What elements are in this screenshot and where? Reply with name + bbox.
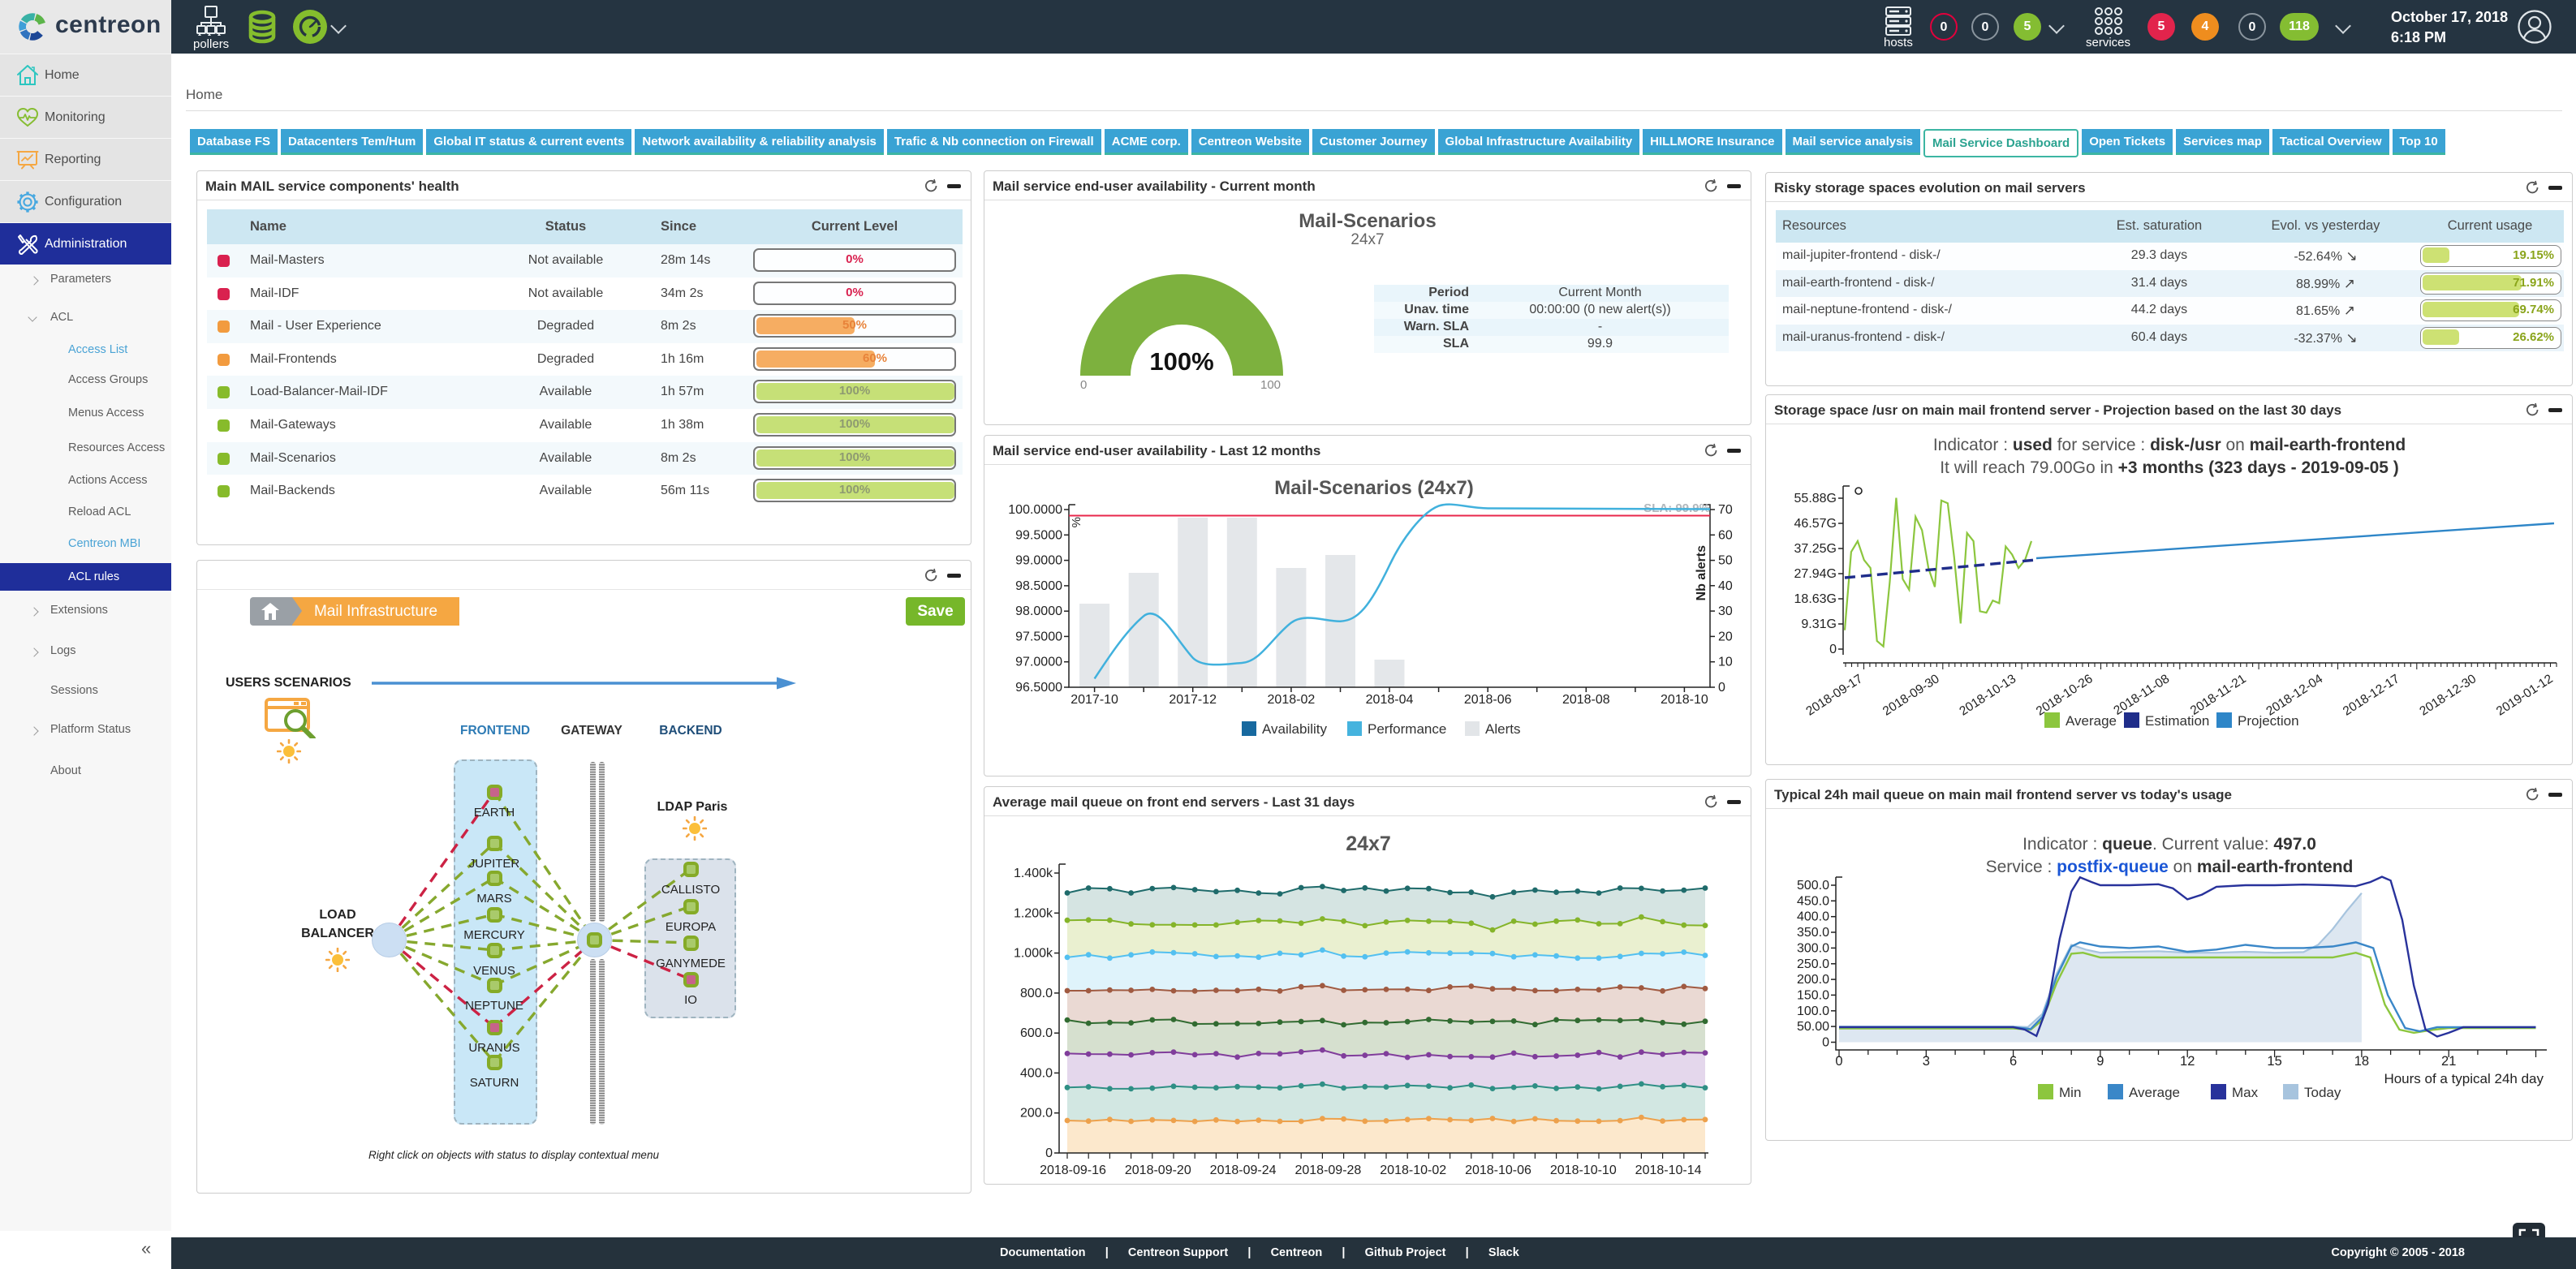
- svg-text:70: 70: [1718, 503, 1733, 517]
- svg-text:60: 60: [1718, 528, 1733, 542]
- svg-text:300.0: 300.0: [1797, 941, 1829, 955]
- svg-text:6: 6: [2010, 1054, 2017, 1069]
- svg-text:50.00: 50.00: [1797, 1020, 1829, 1034]
- svg-text:250.0: 250.0: [1797, 957, 1829, 971]
- svg-text:2018-10-06: 2018-10-06: [1465, 1164, 1531, 1177]
- svg-text:9.31G: 9.31G: [1801, 617, 1837, 631]
- svg-text:1.000k: 1.000k: [1014, 947, 1053, 961]
- svg-text:0: 0: [1822, 1036, 1829, 1050]
- svg-text:99.0000: 99.0000: [1015, 554, 1062, 568]
- svg-text:2018-10-02: 2018-10-02: [1380, 1164, 1446, 1177]
- svg-text:2019-01-12: 2019-01-12: [2494, 672, 2556, 718]
- svg-text:97.0000: 97.0000: [1015, 656, 1062, 669]
- svg-text:0: 0: [1829, 643, 1837, 656]
- svg-text:It will reach 79.00Go in +3 mo: It will reach 79.00Go in +3 months (323 …: [1940, 458, 2399, 477]
- svg-text:2018-11-21: 2018-11-21: [2188, 672, 2249, 718]
- svg-text:Today: Today: [2304, 1085, 2341, 1100]
- svg-text:24x7: 24x7: [1346, 832, 1391, 855]
- svg-text:2018-06: 2018-06: [1464, 693, 1512, 707]
- svg-text:Hours of a typical 24h day: Hours of a typical 24h day: [2384, 1071, 2544, 1086]
- svg-text:46.57G: 46.57G: [1794, 517, 1837, 531]
- svg-text:2018-09-17: 2018-09-17: [1803, 672, 1865, 718]
- svg-text:150.0: 150.0: [1797, 988, 1829, 1002]
- svg-text:18.63G: 18.63G: [1794, 592, 1837, 606]
- svg-text:0: 0: [1718, 681, 1725, 695]
- svg-text:2018-10-13: 2018-10-13: [1957, 672, 2018, 718]
- svg-text:450.0: 450.0: [1797, 894, 1829, 908]
- svg-text:18: 18: [2354, 1054, 2369, 1069]
- svg-text:37.25G: 37.25G: [1794, 542, 1837, 556]
- svg-text:Max: Max: [2232, 1085, 2259, 1100]
- svg-text:200.0: 200.0: [1020, 1107, 1053, 1121]
- svg-text:%: %: [1070, 517, 1083, 527]
- svg-text:9: 9: [2096, 1054, 2104, 1069]
- svg-text:Average: Average: [2066, 713, 2117, 729]
- svg-text:27.94G: 27.94G: [1794, 567, 1837, 581]
- svg-text:200.0: 200.0: [1797, 973, 1829, 987]
- svg-text:2018-02: 2018-02: [1268, 693, 1316, 707]
- svg-text:96.5000: 96.5000: [1015, 681, 1062, 695]
- svg-text:2018-08: 2018-08: [1562, 693, 1610, 707]
- svg-text:15: 15: [2267, 1054, 2281, 1069]
- svg-text:Mail-Scenarios (24x7): Mail-Scenarios (24x7): [1274, 477, 1473, 499]
- svg-text:2018-09-24: 2018-09-24: [1210, 1164, 1277, 1177]
- svg-text:21: 21: [2441, 1054, 2456, 1069]
- svg-text:2018-10-26: 2018-10-26: [2034, 672, 2096, 718]
- svg-text:2018-12-30: 2018-12-30: [2417, 672, 2479, 719]
- svg-text:1.400k: 1.400k: [1014, 867, 1053, 880]
- svg-text:500.0: 500.0: [1797, 879, 1829, 893]
- svg-text:400.0: 400.0: [1020, 1066, 1053, 1080]
- svg-text:99.5000: 99.5000: [1015, 528, 1062, 542]
- svg-text:Estimation: Estimation: [2145, 713, 2209, 729]
- svg-text:350.0: 350.0: [1797, 926, 1829, 940]
- svg-text:0: 0: [1835, 1054, 1842, 1069]
- svg-text:800.0: 800.0: [1020, 987, 1053, 1000]
- svg-text:Indicator : queue. Current val: Indicator : queue. Current value: 497.0: [2022, 835, 2316, 854]
- svg-text:97.5000: 97.5000: [1015, 630, 1062, 643]
- svg-text:100.0: 100.0: [1797, 1004, 1829, 1018]
- svg-text:2018-09-16: 2018-09-16: [1040, 1164, 1106, 1177]
- svg-text:Min: Min: [2059, 1085, 2081, 1100]
- svg-text:Availability: Availability: [1262, 721, 1328, 737]
- svg-text:98.0000: 98.0000: [1015, 604, 1062, 618]
- svg-text:Indicator : used for service :: Indicator : used for service : disk-/usr…: [1933, 436, 2406, 454]
- svg-text:Projection: Projection: [2238, 713, 2299, 729]
- svg-text:Service : postfix-queue on mai: Service : postfix-queue on mail-earth-fr…: [1986, 858, 2354, 876]
- svg-text:2018-12-04: 2018-12-04: [2264, 672, 2325, 719]
- svg-text:2018-09-20: 2018-09-20: [1125, 1164, 1191, 1177]
- svg-text:2018-09-28: 2018-09-28: [1294, 1164, 1361, 1177]
- svg-text:50: 50: [1718, 554, 1733, 568]
- svg-text:2017-10: 2017-10: [1070, 693, 1118, 707]
- svg-text:Performance: Performance: [1368, 721, 1446, 737]
- svg-text:1.200k: 1.200k: [1014, 906, 1053, 920]
- svg-text:2018-12-17: 2018-12-17: [2341, 672, 2402, 718]
- svg-text:40: 40: [1718, 579, 1733, 593]
- svg-text:98.5000: 98.5000: [1015, 579, 1062, 593]
- svg-text:2018-10: 2018-10: [1661, 693, 1708, 707]
- svg-text:600.0: 600.0: [1020, 1026, 1053, 1040]
- svg-text:30: 30: [1718, 604, 1733, 618]
- svg-text:Alerts: Alerts: [1485, 721, 1520, 737]
- svg-text:10: 10: [1718, 656, 1733, 669]
- svg-text:2018-09-30: 2018-09-30: [1880, 672, 1942, 719]
- svg-text:3: 3: [1923, 1054, 1930, 1069]
- svg-text:20: 20: [1718, 630, 1733, 643]
- svg-text:Nb alerts: Nb alerts: [1695, 545, 1708, 601]
- svg-text:2018-11-08: 2018-11-08: [2111, 672, 2172, 718]
- svg-text:100.0000: 100.0000: [1008, 503, 1062, 517]
- svg-text:Average: Average: [2129, 1085, 2180, 1100]
- svg-text:400.0: 400.0: [1797, 910, 1829, 924]
- svg-text:12: 12: [2180, 1054, 2195, 1069]
- svg-text:2018-10-14: 2018-10-14: [1635, 1164, 1702, 1177]
- svg-text:2017-12: 2017-12: [1169, 693, 1217, 707]
- svg-text:55.88G: 55.88G: [1794, 492, 1837, 505]
- svg-text:2018-04: 2018-04: [1366, 693, 1414, 707]
- svg-text:0: 0: [1045, 1146, 1053, 1160]
- svg-text:2018-10-10: 2018-10-10: [1550, 1164, 1617, 1177]
